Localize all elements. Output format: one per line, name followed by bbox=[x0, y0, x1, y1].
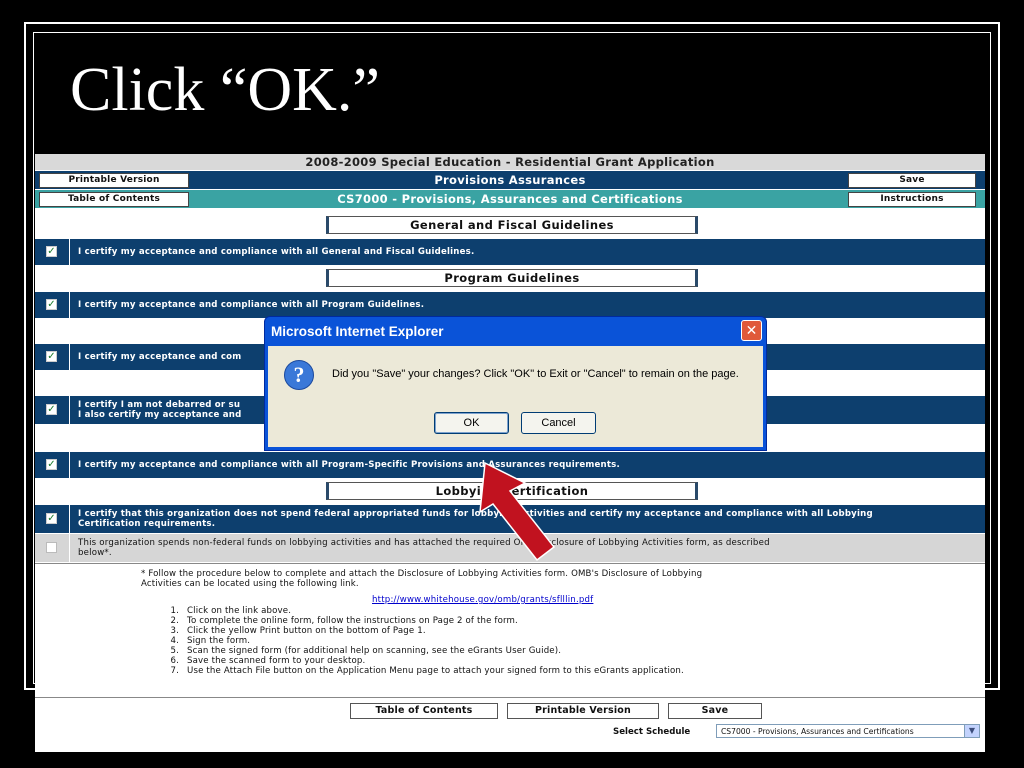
arrow-pointer-icon bbox=[479, 461, 556, 562]
arrow-pointer-shape bbox=[479, 461, 556, 562]
